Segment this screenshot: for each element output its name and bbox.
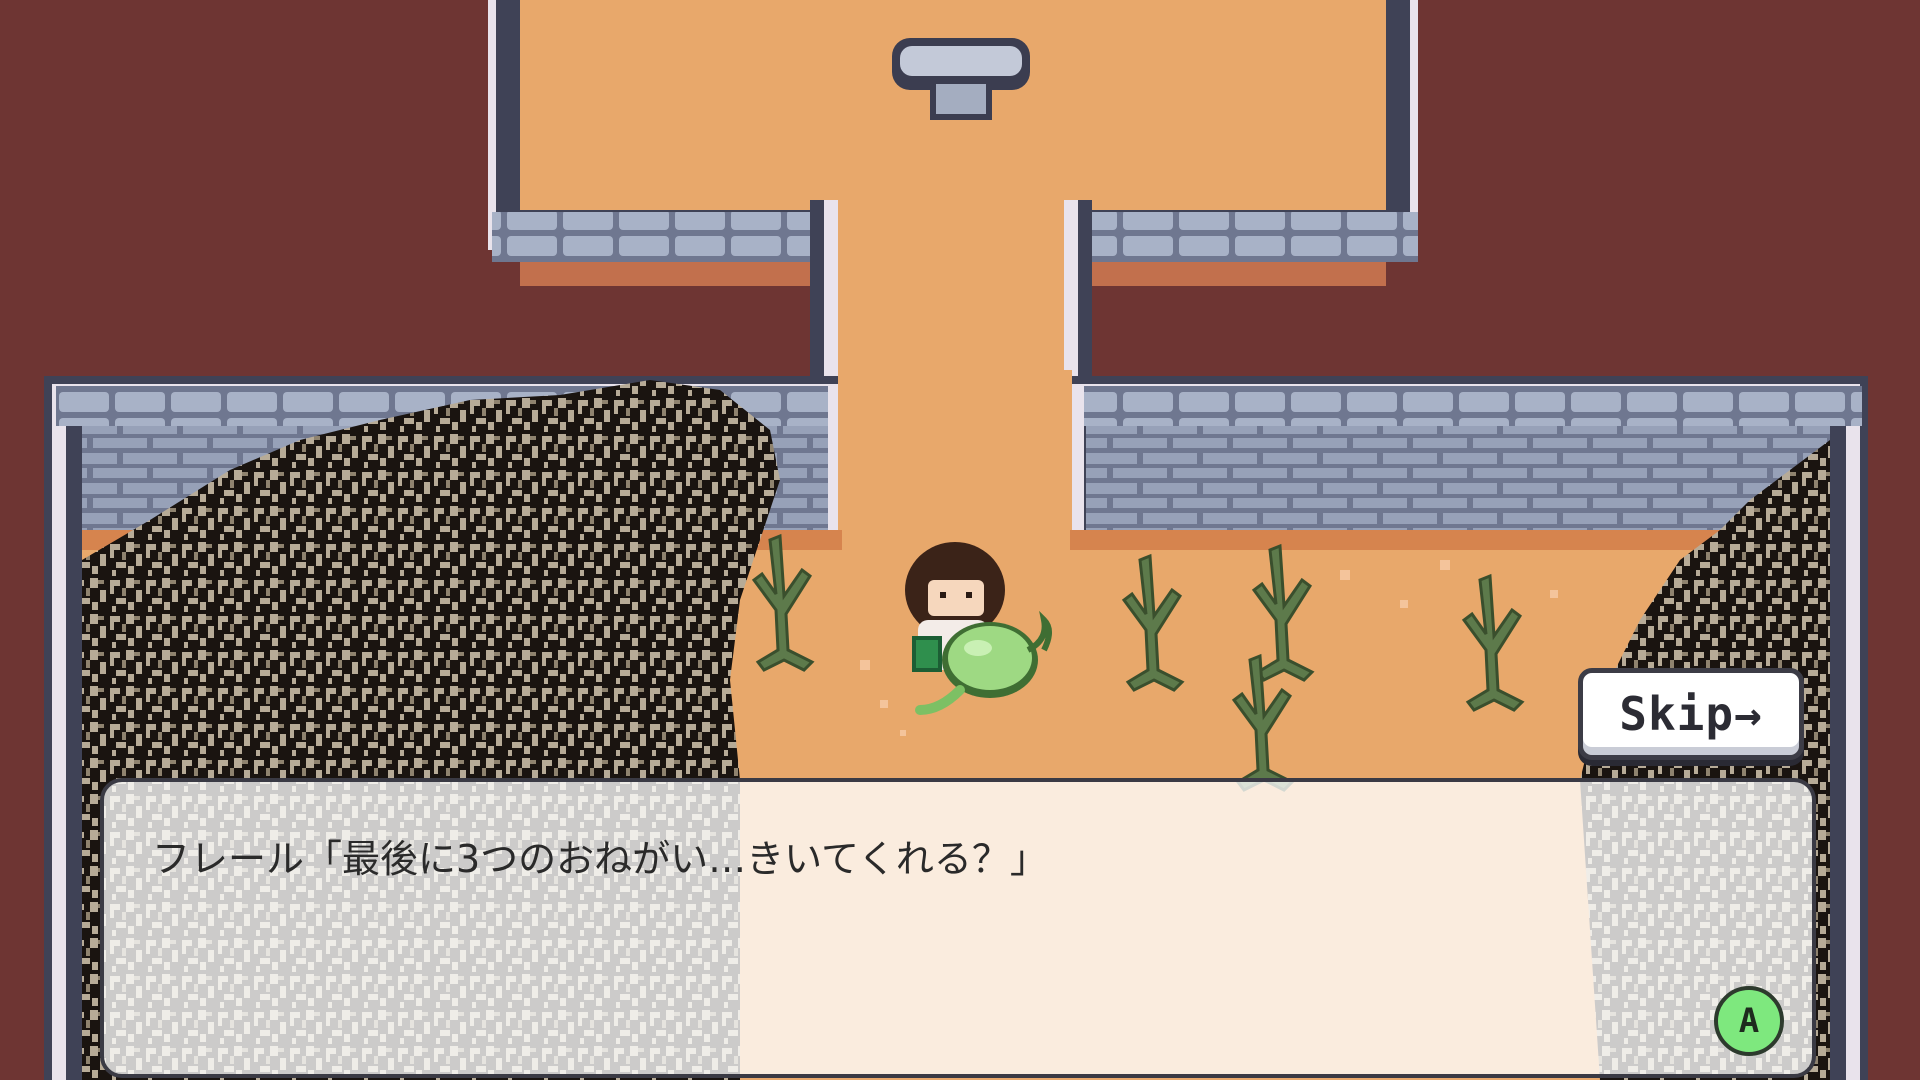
advance-button-label: A	[1738, 1001, 1760, 1041]
skip-button[interactable]: Skip→	[1578, 668, 1804, 760]
dialogue-box[interactable]: フレール「最後に3つのおねがい…きいてくれる？」 A	[100, 778, 1816, 1078]
dialogue-text: フレール「最後に3つのおねがい…きいてくれる？」	[152, 837, 1048, 881]
skip-button-label: Skip→	[1619, 687, 1763, 741]
advance-button[interactable]: A	[1714, 986, 1784, 1056]
